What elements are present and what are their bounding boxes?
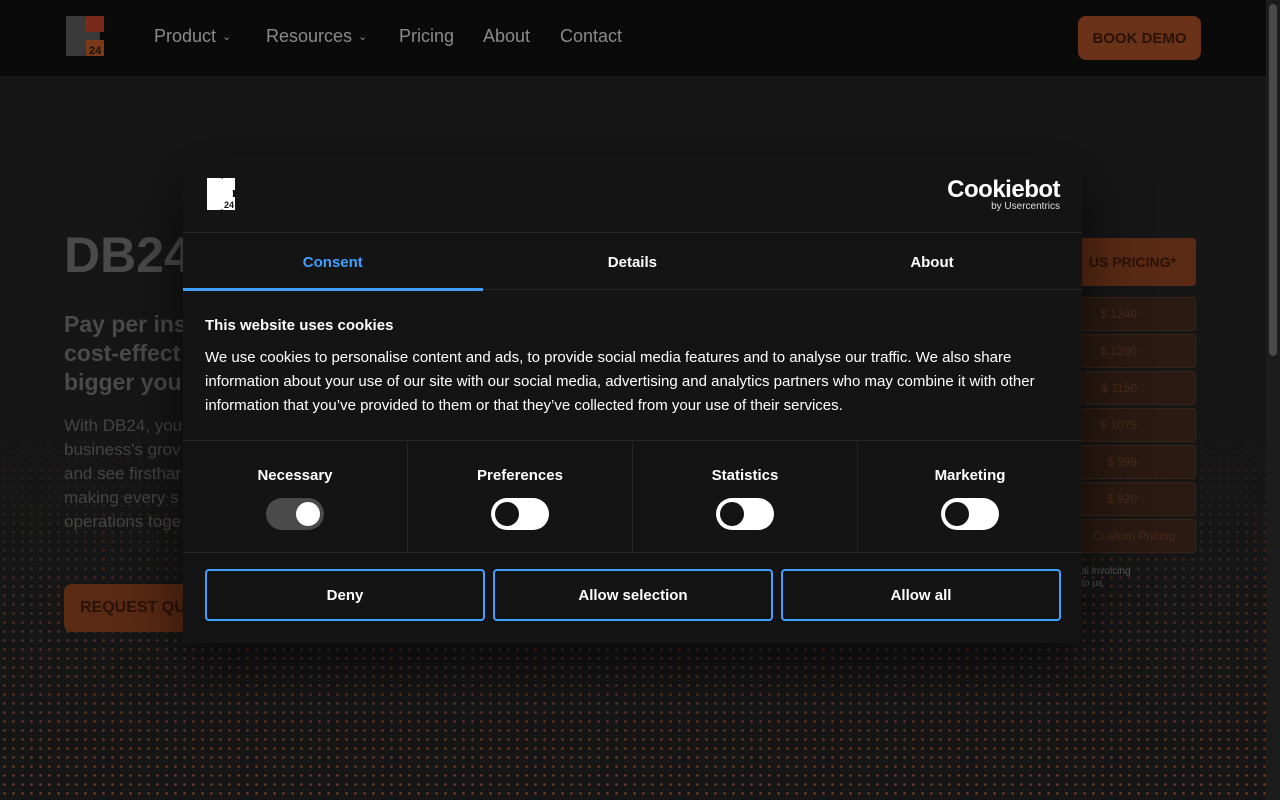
- top-navbar: 24 Product ⌄ Resources ⌄ Pricing About C…: [0, 0, 1266, 76]
- switch-knob: [945, 502, 969, 526]
- chevron-down-icon: ⌄: [222, 31, 232, 43]
- db24-logo[interactable]: 24: [64, 14, 104, 58]
- nav-label: Product: [154, 26, 217, 46]
- chevron-down-icon: ⌄: [358, 31, 368, 43]
- dialog-header: 24 Cookiebot by Usercentrics: [183, 156, 1082, 233]
- statistics-switch[interactable]: [716, 498, 774, 530]
- toggle-label: Marketing: [934, 467, 1006, 484]
- necessary-switch[interactable]: [266, 498, 324, 530]
- nav-contact[interactable]: Contact: [560, 26, 622, 47]
- nav-label: About: [483, 26, 531, 46]
- tab-consent[interactable]: Consent: [183, 234, 483, 291]
- deny-button[interactable]: Deny: [205, 569, 485, 621]
- hero-title: DB24: [64, 227, 192, 283]
- toggle-marketing: Marketing: [858, 441, 1082, 552]
- toggle-necessary: Necessary: [183, 441, 408, 552]
- switch-knob: [296, 502, 320, 526]
- toggle-label: Preferences: [477, 467, 563, 484]
- nav-label: Resources: [266, 26, 353, 46]
- consent-toggles: Necessary Preferences Statistics Marketi…: [183, 440, 1082, 553]
- cookiebot-by: by Usercentrics: [991, 201, 1060, 212]
- nav-about[interactable]: About: [483, 26, 530, 47]
- logo-text: 24: [224, 200, 234, 210]
- toggle-statistics: Statistics: [633, 441, 858, 552]
- scrollbar-thumb[interactable]: [1269, 4, 1277, 356]
- switch-knob: [495, 502, 519, 526]
- dialog-description: We use cookies to personalise content an…: [205, 349, 1035, 414]
- switch-knob: [720, 502, 744, 526]
- cookie-consent-dialog: 24 Cookiebot by Usercentrics Consent Det…: [183, 156, 1082, 643]
- allow-selection-button[interactable]: Allow selection: [493, 569, 773, 621]
- preferences-switch[interactable]: [491, 498, 549, 530]
- tab-details[interactable]: Details: [483, 234, 783, 290]
- dialog-tabs: Consent Details About: [183, 234, 1082, 291]
- nav-pricing[interactable]: Pricing: [399, 26, 454, 47]
- nav-label: Pricing: [399, 26, 455, 46]
- toggle-preferences: Preferences: [408, 441, 633, 552]
- toggle-label: Necessary: [257, 467, 333, 484]
- svg-text:24: 24: [89, 45, 102, 57]
- db24-logo: 24: [207, 178, 235, 210]
- nav-resources[interactable]: Resources ⌄: [266, 26, 367, 47]
- cookiebot-brand: Cookiebot: [947, 176, 1060, 203]
- nav-product[interactable]: Product ⌄: [154, 26, 231, 47]
- toggle-label: Statistics: [711, 467, 779, 484]
- tab-about[interactable]: About: [782, 234, 1082, 290]
- cookiebot-logo[interactable]: Cookiebot by Usercentrics: [947, 178, 1060, 212]
- dialog-title: This website uses cookies: [205, 317, 394, 334]
- nav-label: Contact: [560, 26, 623, 46]
- allow-all-button[interactable]: Allow all: [781, 569, 1061, 621]
- marketing-switch[interactable]: [941, 498, 999, 530]
- book-demo-button[interactable]: BOOK DEMO: [1078, 16, 1201, 60]
- dialog-actions: Deny Allow selection Allow all: [205, 569, 1061, 621]
